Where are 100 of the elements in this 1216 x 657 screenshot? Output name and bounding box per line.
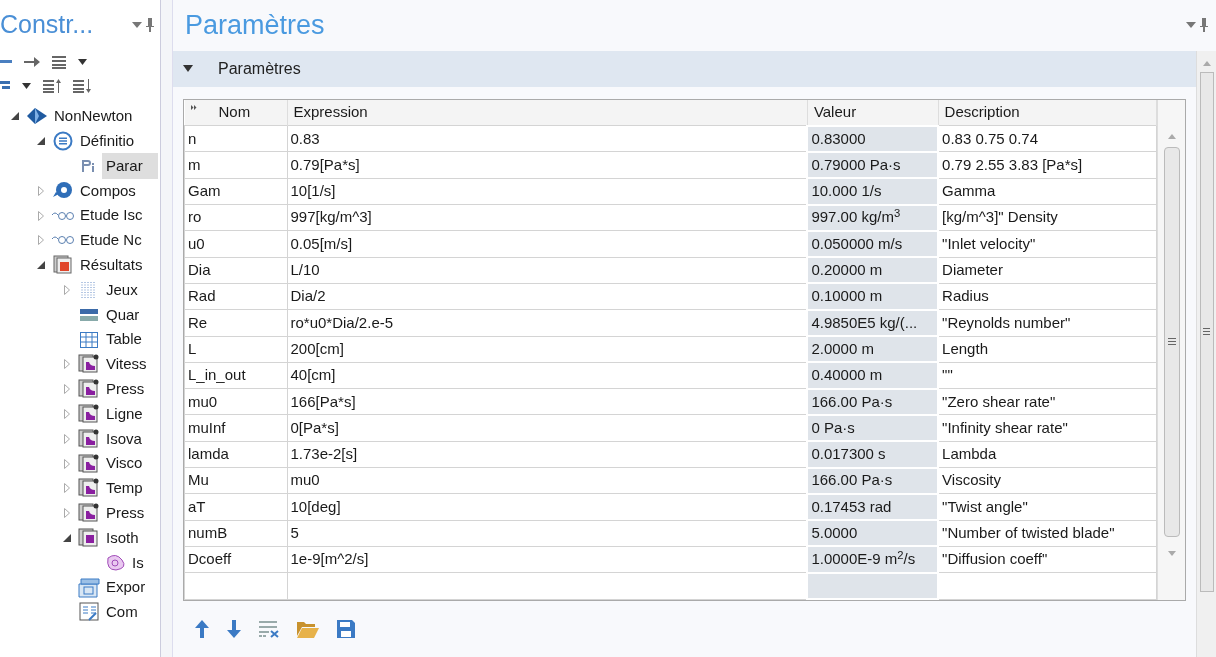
move-up-icon[interactable]	[195, 620, 209, 638]
table-cell[interactable]: L	[184, 336, 287, 363]
scrollbar-thumb[interactable]	[1163, 146, 1180, 537]
table-cell[interactable]: Gamma	[938, 178, 1157, 205]
table-cell[interactable]: Gam	[184, 178, 287, 205]
table-cell[interactable]: 5.0000	[807, 520, 939, 547]
tree-item[interactable]: Isoth	[102, 524, 158, 552]
expanded-icon[interactable]	[63, 533, 71, 542]
table-cell[interactable]: ""	[938, 362, 1157, 389]
section-header[interactable]: Paramètres	[173, 50, 1196, 87]
table-cell[interactable]: [kg/m^3]" Density	[938, 204, 1157, 231]
table-cell[interactable]: m	[184, 151, 287, 179]
folder-icon[interactable]	[297, 620, 319, 638]
dropdown-icon[interactable]	[22, 83, 31, 89]
table-cell[interactable]: "Number of twisted blade"	[938, 520, 1157, 547]
table-cell[interactable]: 0.79000 Pa·s	[807, 151, 939, 179]
tree-item[interactable]: Quar	[102, 301, 158, 329]
expanded-icon[interactable]	[37, 261, 45, 270]
dash-icon[interactable]	[0, 60, 12, 64]
pin-icon[interactable]	[1200, 18, 1208, 33]
column-header[interactable]: Description	[944, 103, 1020, 121]
tree-item[interactable]: Vitess	[102, 351, 158, 378]
table-cell[interactable]: 0.79 2.55 3.83 [Pa*s]	[938, 151, 1157, 179]
table-cell[interactable]: Dia	[184, 257, 287, 284]
tree-item[interactable]: Expor	[102, 574, 158, 601]
table-cell[interactable]: Length	[938, 336, 1157, 363]
double-arrow-icon[interactable]	[190, 104, 197, 110]
table-cell[interactable]: 0.10000 m	[807, 283, 939, 310]
collapsed-icon[interactable]	[38, 185, 44, 196]
table-cell[interactable]: Dcoeff	[184, 546, 287, 573]
table-cell[interactable]: muInf	[184, 414, 287, 442]
table-cell[interactable]: Viscosity	[938, 467, 1157, 494]
table-cell[interactable]: mu0	[184, 388, 287, 415]
table-cell[interactable]: 997.00 kg/m$^{3}$	[807, 204, 939, 231]
collapsed-icon[interactable]	[64, 408, 70, 419]
filter-icon[interactable]	[0, 81, 10, 91]
table-cell[interactable]: 0.017300 s	[807, 441, 939, 468]
column-header[interactable]: Expression	[293, 103, 368, 121]
tree-item[interactable]: Com	[102, 599, 158, 626]
tree-item[interactable]: Jeux	[102, 276, 158, 304]
tree-item[interactable]: Table	[102, 326, 158, 353]
sort-down-icon[interactable]	[73, 79, 91, 93]
collapsed-icon[interactable]	[38, 210, 44, 221]
collapsed-icon[interactable]	[64, 483, 70, 494]
column-header[interactable]: Valeur	[813, 102, 857, 120]
tree-item[interactable]: Parar	[102, 152, 158, 180]
expanded-icon[interactable]	[11, 112, 19, 121]
table-cell[interactable]: "Diffusion coeff"	[938, 546, 1157, 573]
clear-list-icon[interactable]	[259, 620, 279, 638]
table-cell[interactable]: 1.0000E-9 m$^{2}$/s	[807, 546, 939, 573]
table-cell[interactable]: "Twist angle"	[938, 493, 1157, 521]
tree-item[interactable]: Etude Nc	[76, 227, 158, 254]
table-cell[interactable]: lamda	[184, 441, 287, 468]
expanded-icon[interactable]	[37, 137, 45, 146]
collapsed-icon[interactable]	[64, 433, 70, 444]
table-cell[interactable]: "Infinity shear rate"	[938, 414, 1157, 442]
tree-item[interactable]: Visco	[102, 450, 158, 477]
table-cell[interactable]: 166.00 Pa·s	[807, 467, 939, 494]
tree-item[interactable]: Compos	[76, 177, 156, 205]
tree-item[interactable]: Is	[128, 549, 158, 576]
table-cell[interactable]: 0.83000	[807, 125, 939, 152]
collapsed-icon[interactable]	[64, 284, 70, 295]
table-cell[interactable]: 0.40000 m	[807, 362, 939, 389]
table-cell[interactable]: 10.000 1/s	[807, 178, 939, 205]
scrollbar-thumb[interactable]	[1199, 71, 1214, 592]
table-cell[interactable]: 0.17453 rad	[807, 493, 939, 521]
table-cell[interactable]: 0 Pa·s	[807, 414, 939, 442]
tree-item[interactable]: Etude Isc	[76, 202, 158, 229]
collapsed-icon[interactable]	[64, 508, 70, 519]
collapse-icon[interactable]	[183, 65, 193, 73]
table-cell[interactable]: 0.83	[287, 125, 808, 152]
table-cell[interactable]: 4.9850E5 kg/(...	[807, 309, 939, 337]
table-cell[interactable]: Rad	[184, 283, 287, 310]
scroll-down-icon[interactable]	[1167, 550, 1176, 556]
tree-item[interactable]: Définitio	[76, 127, 155, 155]
tree-item[interactable]: Ligne	[102, 400, 158, 428]
table-cell[interactable]: n	[184, 125, 287, 152]
tree-item[interactable]: Press	[102, 499, 158, 527]
table-cell[interactable]: 0.83 0.75 0.74	[938, 125, 1157, 152]
table-cell[interactable]: aT	[184, 493, 287, 521]
sort-up-icon[interactable]	[43, 79, 61, 93]
table-cell[interactable]: "Inlet velocity"	[938, 230, 1157, 258]
table-cell[interactable]: Re	[184, 309, 287, 337]
list-icon[interactable]	[52, 55, 66, 69]
table-cell[interactable]: "Reynolds number"	[938, 309, 1157, 337]
table-cell[interactable]: numB	[184, 520, 287, 547]
table-cell[interactable]: Radius	[938, 283, 1157, 310]
table-cell[interactable]: "Zero shear rate"	[938, 388, 1157, 415]
table-cell[interactable]: L_in_out	[184, 362, 287, 389]
table-cell[interactable]: ro	[184, 204, 287, 231]
collapsed-icon[interactable]	[38, 235, 44, 246]
table-cell[interactable]: Lambda	[938, 441, 1157, 468]
tree-item[interactable]: NonNewton	[50, 103, 153, 130]
move-down-icon[interactable]	[227, 620, 241, 638]
tree-item[interactable]: Press	[102, 375, 158, 403]
table-cell[interactable]: u0	[184, 230, 287, 258]
table-cell[interactable]: 0.20000 m	[807, 257, 939, 284]
arrow-right-icon[interactable]	[24, 57, 40, 67]
save-icon[interactable]	[337, 620, 355, 638]
collapsed-icon[interactable]	[64, 384, 70, 395]
